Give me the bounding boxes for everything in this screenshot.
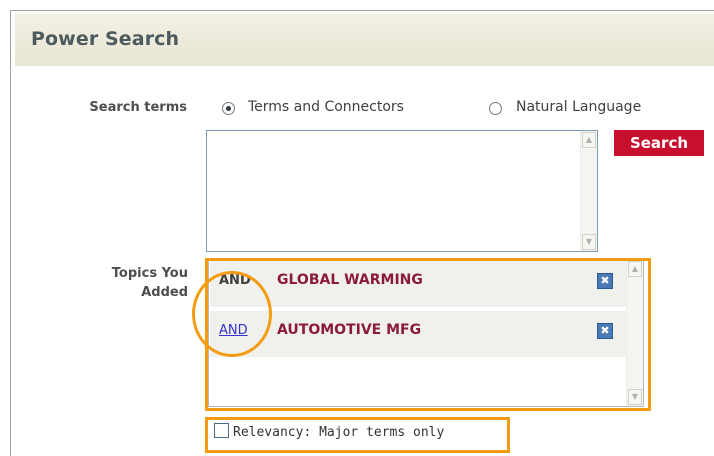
chevron-down-icon[interactable]: ▼ — [582, 234, 596, 250]
highlight-connector-circle — [192, 271, 272, 357]
natural-language-radio[interactable] — [489, 102, 502, 115]
search-button[interactable]: Search — [614, 130, 704, 156]
search-terms-label: Search terms — [89, 100, 187, 115]
topics-you-added-label: Topics You Added — [60, 264, 188, 302]
chevron-up-icon[interactable]: ▲ — [582, 132, 596, 148]
terms-and-connectors-label[interactable]: Terms and Connectors — [248, 99, 404, 115]
highlight-topics-box — [205, 258, 651, 411]
topics-label-line1: Topics You — [111, 266, 188, 281]
natural-language-label[interactable]: Natural Language — [516, 99, 641, 115]
page-title: Power Search — [31, 28, 180, 50]
topics-label-line2: Added — [141, 285, 188, 300]
search-query-textarea[interactable]: ▲ ▼ — [206, 130, 598, 252]
radio-selected-dot — [226, 106, 231, 111]
highlight-relevancy-box — [205, 417, 510, 453]
terms-and-connectors-radio[interactable] — [222, 102, 235, 115]
textarea-scrollbar[interactable]: ▲ ▼ — [580, 131, 597, 251]
